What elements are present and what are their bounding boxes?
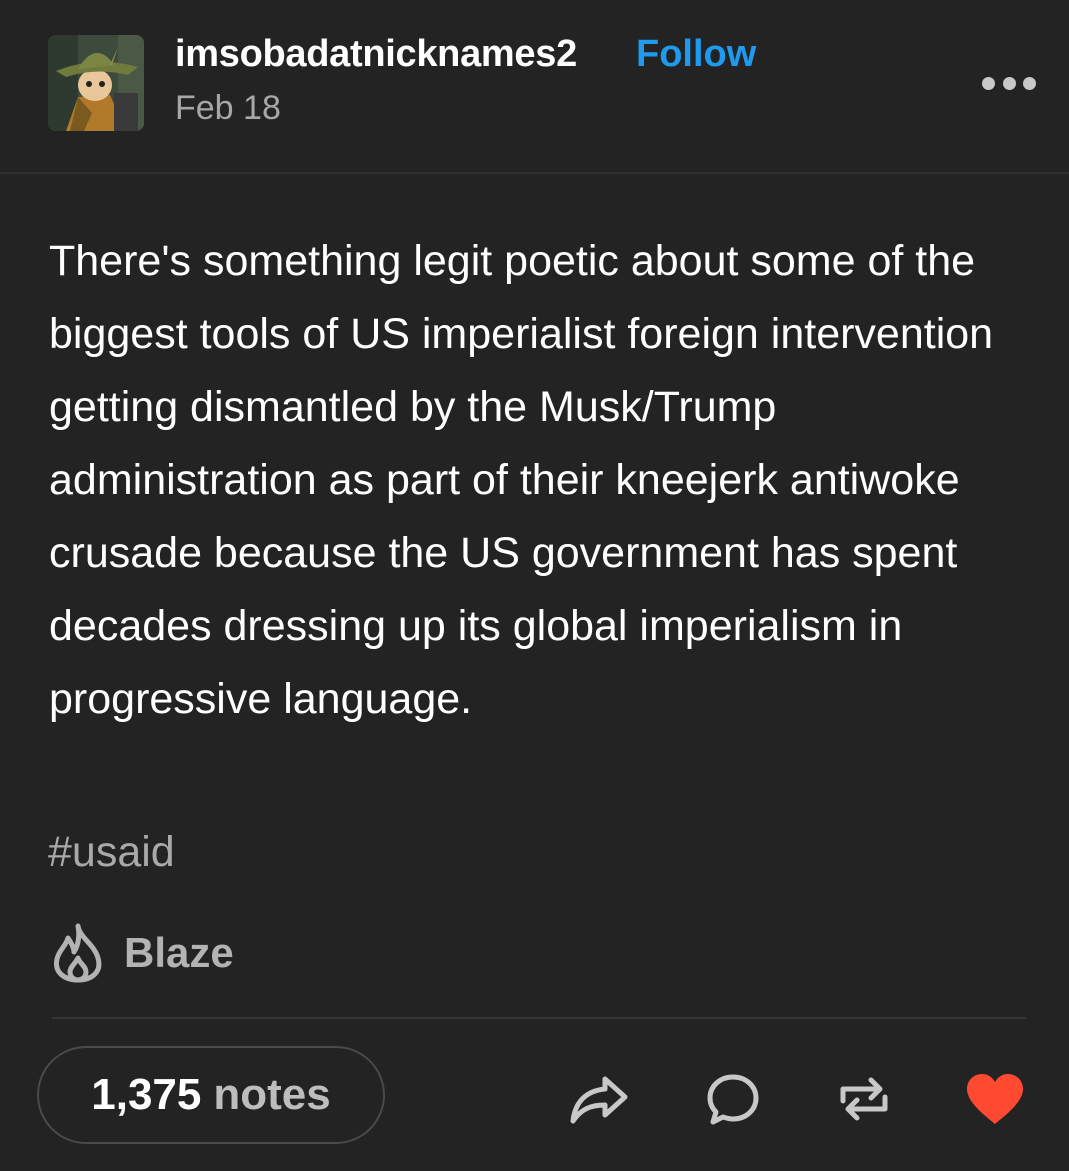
tag-link[interactable]: #usaid (48, 828, 175, 877)
share-button[interactable] (568, 1068, 630, 1130)
more-dot (982, 76, 995, 90)
reblog-button[interactable] (833, 1068, 895, 1130)
notes-button[interactable]: 1,375 notes (37, 1046, 385, 1144)
blaze-label: Blaze (124, 929, 234, 976)
avatar-image (48, 35, 144, 131)
more-dot (1023, 76, 1036, 90)
flame-icon (53, 923, 102, 983)
username-link[interactable]: imsobadatnicknames2 (175, 33, 577, 76)
share-icon (570, 1076, 628, 1124)
notes-count: 1,375 (91, 1070, 202, 1119)
divider (52, 1017, 1026, 1019)
blaze-button[interactable]: Blaze (50, 918, 234, 988)
post-body-text: There's something legit poetic about som… (49, 237, 994, 723)
avatar[interactable] (48, 35, 144, 131)
follow-button[interactable]: Follow (636, 33, 756, 76)
post-card: imsobadatnicknames2 Follow Feb 18 There'… (0, 0, 1069, 1171)
reblog-icon (840, 1077, 888, 1121)
like-button[interactable] (964, 1068, 1026, 1130)
heart-icon (967, 1074, 1023, 1124)
reply-bubble-icon (707, 1074, 759, 1125)
notes-label: notes (213, 1070, 331, 1119)
post-date: Feb 18 (175, 89, 281, 127)
post-header: imsobadatnicknames2 Follow Feb 18 (0, 0, 1069, 174)
more-dot (1002, 76, 1016, 90)
reply-button[interactable] (702, 1068, 764, 1130)
more-options-icon[interactable] (982, 72, 1036, 94)
